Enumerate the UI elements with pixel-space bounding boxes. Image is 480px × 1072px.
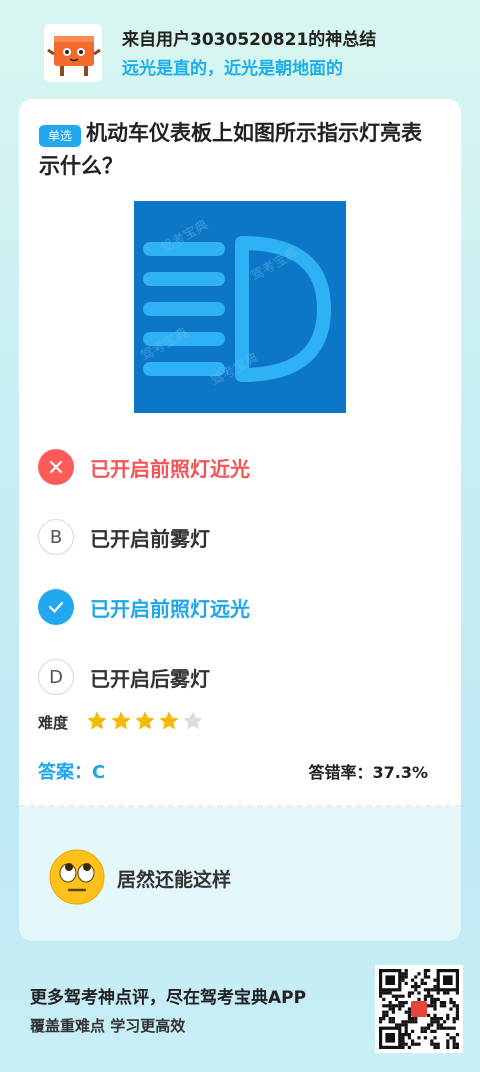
high-beam-indicator-icon: 驾考宝典 驾考宝典 驾考宝典 驾考宝典: [134, 201, 346, 413]
option-a[interactable]: 已开启前照灯近光: [38, 449, 438, 489]
option-c-text: 已开启前照灯远光: [90, 597, 250, 621]
star-filled-icon: [86, 710, 108, 732]
question-card: 单选 机动车仪表板上如图所示指示灯亮表示什么？ 驾考宝典 驾考宝典 驾考宝典 驾…: [19, 99, 461, 941]
mascot-icon: [44, 24, 102, 82]
star-empty-icon: [182, 710, 204, 732]
star-filled-icon: [158, 710, 180, 732]
qr-code-icon[interactable]: [375, 965, 463, 1053]
eye-roll-emoji-icon: [49, 849, 105, 905]
wrong-icon: [38, 449, 74, 485]
option-b-letter: B: [38, 519, 74, 555]
option-d[interactable]: D 已开启后雾灯: [38, 659, 438, 699]
difficulty-label: 难度: [38, 714, 69, 732]
user-avatar: [44, 24, 102, 82]
option-d-letter: D: [38, 659, 74, 695]
difficulty-stars: [86, 710, 206, 736]
option-d-text: 已开启后雾灯: [90, 667, 210, 691]
check-icon: [38, 589, 74, 625]
comment-section: 居然还能这样: [19, 807, 461, 941]
summary-header: 来自用户3030520821的神总结 远光是直的，近光是朝地面的: [44, 20, 464, 84]
question-image[interactable]: 驾考宝典 驾考宝典 驾考宝典 驾考宝典: [134, 201, 346, 413]
answer-label: 答案：C: [38, 762, 106, 783]
user-summary-title: 来自用户3030520821的神总结: [122, 30, 377, 50]
option-b-text: 已开启前雾灯: [90, 527, 210, 551]
option-a-text: 已开启前照灯近光: [90, 457, 250, 481]
summary-text: 远光是直的，近光是朝地面的: [122, 59, 343, 79]
question-text: 机动车仪表板上如图所示指示灯亮表示什么？: [39, 121, 422, 178]
option-b[interactable]: B 已开启前雾灯: [38, 519, 438, 559]
star-filled-icon: [134, 710, 156, 732]
option-c[interactable]: 已开启前照灯远光: [38, 589, 438, 629]
footer-title: 更多驾考神点评，尽在驾考宝典APP: [30, 988, 307, 1008]
footer-subtitle: 覆盖重难点 学习更高效: [30, 1017, 186, 1035]
error-rate: 答错率：37.3%: [308, 763, 428, 782]
star-filled-icon: [110, 710, 132, 732]
comment-text: 居然还能这样: [117, 869, 232, 891]
